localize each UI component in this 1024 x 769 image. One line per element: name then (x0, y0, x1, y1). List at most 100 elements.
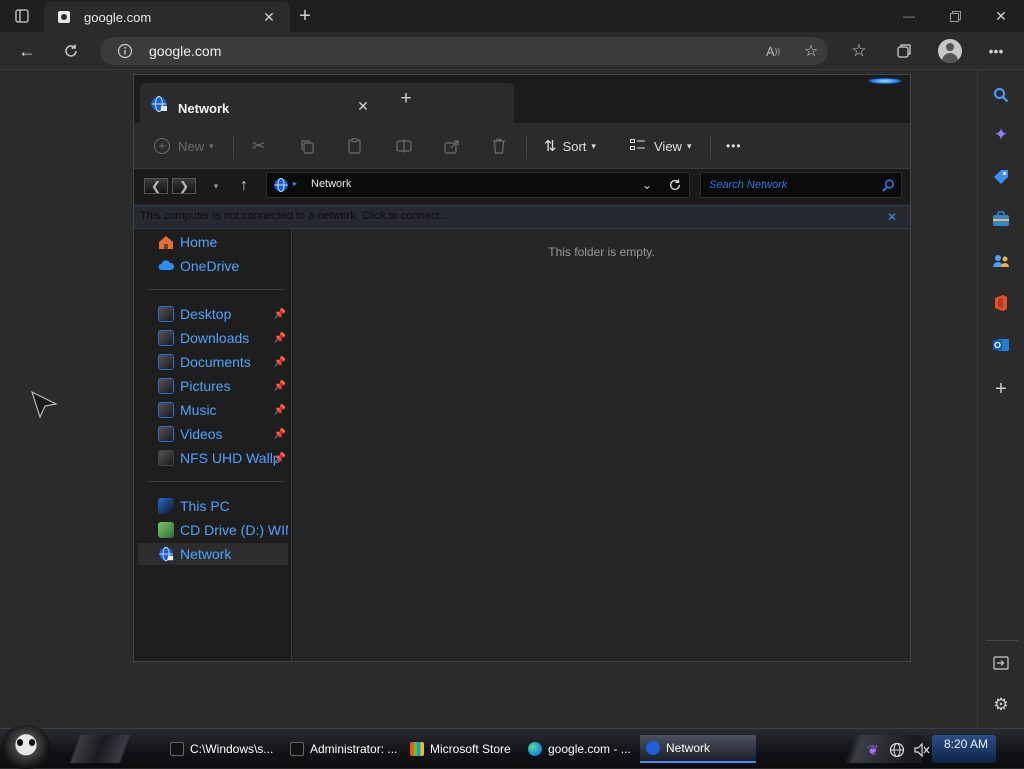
terminal-icon (290, 742, 304, 756)
folder-content-area[interactable]: This folder is empty. (293, 229, 910, 661)
new-tab-button[interactable]: + (294, 4, 316, 28)
address-text[interactable]: google.com (149, 43, 221, 59)
info-bar-message[interactable]: This computer is not connected to a netw… (140, 210, 449, 222)
edge-browser-icon (528, 742, 542, 756)
read-aloud-icon[interactable]: A)) (762, 41, 784, 61)
nav-item-network[interactable]: Network (138, 543, 288, 565)
rename-icon[interactable] (396, 123, 412, 169)
nav-item-downloads[interactable]: Downloads 📌 (138, 327, 288, 349)
volume-muted-tray-icon[interactable] (912, 741, 932, 759)
nav-item-music[interactable]: Music 📌 (138, 399, 288, 421)
explorer-address-bar[interactable]: ▸ Network ⌄ (266, 172, 690, 198)
taskbar-item-edge[interactable]: google.com - ... (522, 735, 634, 763)
address-bar[interactable]: google.com A)) ☆ (100, 37, 828, 65)
network-info-bar[interactable]: This computer is not connected to a netw… (134, 205, 910, 229)
pin-icon[interactable]: 📌 (274, 333, 286, 344)
browser-tab-google[interactable]: google.com ✕ (44, 2, 290, 32)
feather-tray-icon[interactable]: ❦ (864, 741, 882, 759)
nav-item-documents[interactable]: Documents 📌 (138, 351, 288, 373)
people-icon[interactable] (990, 250, 1012, 272)
tools-briefcase-icon[interactable] (990, 208, 1012, 230)
search-magnifier-icon[interactable] (881, 178, 895, 192)
close-window-icon[interactable]: ✕ (990, 6, 1012, 26)
outlook-icon[interactable] (990, 334, 1012, 356)
cut-icon[interactable]: ✂ (252, 123, 265, 169)
nav-item-nfs-wallpapers[interactable]: NFS UHD Wallp 📌 (138, 447, 288, 469)
downloads-folder-icon (158, 330, 174, 346)
refresh-icon[interactable] (60, 40, 82, 62)
recent-locations-chevron-icon[interactable]: ▾ (208, 178, 224, 194)
restore-icon[interactable] (944, 6, 966, 26)
sort-arrows-icon: ⇅ (544, 138, 557, 155)
back-button[interactable]: ❮ (144, 178, 168, 194)
pin-icon[interactable]: 📌 (274, 453, 286, 464)
pin-icon[interactable]: 📌 (274, 381, 286, 392)
taskbar-label: Network (666, 741, 711, 755)
minimize-icon[interactable]: — (898, 6, 920, 26)
nav-item-onedrive[interactable]: OneDrive (138, 255, 288, 277)
search-icon[interactable] (990, 84, 1012, 106)
sort-button-label: Sort (562, 138, 587, 154)
close-tab-icon[interactable]: ✕ (260, 8, 278, 26)
delete-icon[interactable] (492, 123, 506, 169)
nav-item-desktop[interactable]: Desktop 📌 (138, 303, 288, 325)
search-placeholder[interactable]: Search Network (709, 179, 787, 191)
mouse-cursor-icon (30, 390, 58, 420)
more-options-button[interactable]: ••• (726, 123, 742, 169)
refresh-folder-icon[interactable] (667, 177, 683, 193)
tab-actions-icon[interactable] (12, 7, 32, 25)
profile-avatar[interactable] (938, 39, 962, 63)
network-tray-icon[interactable] (888, 741, 906, 759)
address-network-icon (273, 177, 289, 193)
copilot-sparkle-icon[interactable]: ✦ (990, 124, 1012, 146)
forward-button[interactable]: ❯ (172, 178, 196, 194)
back-arrow-icon[interactable]: ← (16, 40, 38, 62)
pictures-folder-icon (158, 378, 174, 394)
nav-item-pictures[interactable]: Pictures 📌 (138, 375, 288, 397)
add-sidebar-app-icon[interactable]: + (990, 378, 1012, 400)
pin-icon[interactable]: 📌 (274, 405, 286, 416)
paste-icon[interactable] (347, 123, 362, 169)
taskbar-item-cmd[interactable]: C:\Windows\s... (164, 735, 278, 763)
search-box[interactable]: Search Network (700, 172, 902, 198)
hide-sidebar-icon[interactable] (990, 652, 1012, 674)
address-path[interactable]: Network (311, 178, 351, 190)
settings-more-icon[interactable]: ••• (985, 40, 1007, 62)
close-info-bar-icon[interactable]: ✕ (884, 209, 900, 225)
shopping-tag-icon[interactable] (990, 166, 1012, 188)
pin-icon[interactable]: 📌 (274, 309, 286, 320)
explorer-tab-network[interactable]: Network ✕ (140, 83, 514, 123)
empty-folder-message: This folder is empty. (548, 245, 655, 259)
taskbar-item-microsoft-store[interactable]: Microsoft Store (404, 735, 514, 763)
nav-label-videos: Videos (180, 426, 223, 442)
share-icon[interactable] (444, 123, 460, 169)
sidebar-settings-gear-icon[interactable]: ⚙ (990, 694, 1012, 716)
collections-icon[interactable] (893, 40, 915, 62)
nav-item-cd-drive[interactable]: CD Drive (D:) WIN1 (138, 519, 288, 541)
add-favorite-icon[interactable]: ☆ (800, 41, 822, 61)
videos-folder-icon (158, 426, 174, 442)
address-dropdown-chevron-icon[interactable]: ⌄ (639, 177, 655, 193)
copy-icon[interactable] (300, 123, 315, 169)
breadcrumb-chevron-icon[interactable]: ▸ (293, 179, 297, 188)
view-button[interactable]: View ▾ (630, 123, 691, 169)
info-icon[interactable] (116, 42, 134, 60)
pin-icon[interactable]: 📌 (274, 429, 286, 440)
up-arrow-icon[interactable]: ↑ (234, 176, 254, 196)
office-icon[interactable] (990, 292, 1012, 314)
nav-item-home[interactable]: Home (138, 231, 288, 253)
sort-button[interactable]: ⇅ Sort ▾ (544, 123, 596, 169)
favorites-icon[interactable]: ☆ (848, 40, 870, 62)
taskbar-label: Microsoft Store (430, 742, 511, 756)
nav-item-videos[interactable]: Videos 📌 (138, 423, 288, 445)
nav-item-this-pc[interactable]: This PC (138, 495, 288, 517)
favicon-icon (56, 9, 72, 25)
close-explorer-tab-icon[interactable]: ✕ (354, 97, 372, 115)
taskbar-item-administrator[interactable]: Administrator: ... (284, 735, 398, 763)
pin-icon[interactable]: 📌 (274, 357, 286, 368)
new-button[interactable]: + New ▾ (154, 123, 214, 169)
taskbar-item-network-active[interactable]: Network (640, 735, 756, 763)
taskbar-clock[interactable]: 8:20 AM (944, 737, 988, 751)
music-folder-icon (158, 402, 174, 418)
explorer-new-tab-icon[interactable]: + (396, 88, 416, 109)
